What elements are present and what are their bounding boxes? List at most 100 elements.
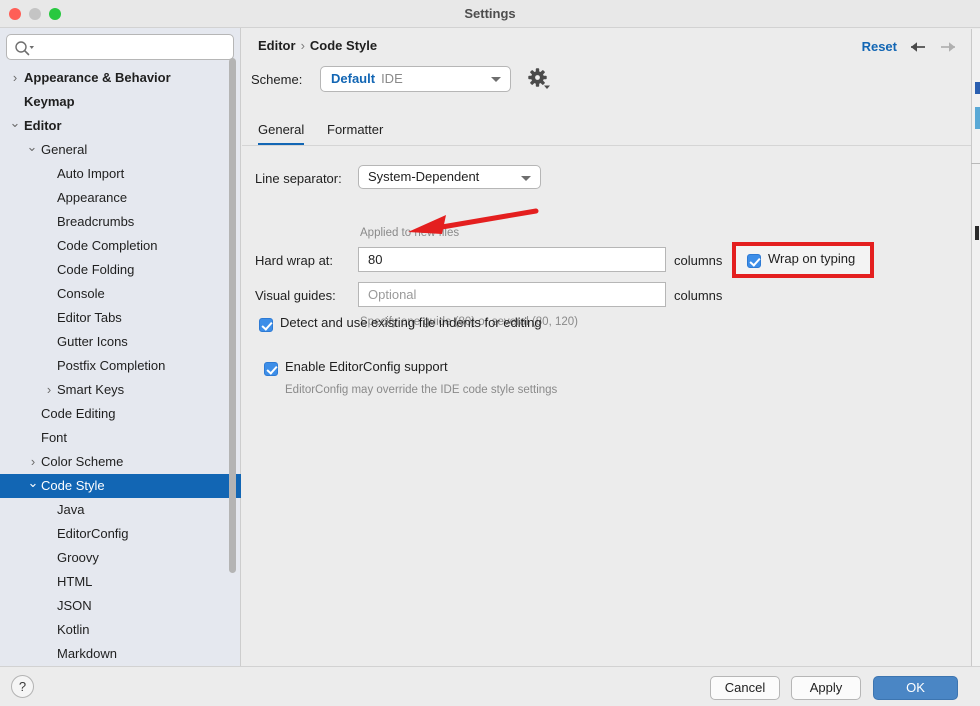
background-editor-divider [971, 163, 980, 164]
scheme-value-scope: IDE [381, 71, 403, 86]
search-box[interactable] [6, 34, 234, 60]
line-separator-dropdown[interactable]: System-Dependent [358, 165, 541, 189]
dialog-footer: ? Cancel Apply OK [0, 666, 980, 706]
wrap-on-typing-checkbox[interactable] [747, 254, 761, 268]
ok-button[interactable]: OK [873, 676, 958, 700]
sidebar-item-label: Appearance [57, 186, 127, 210]
sidebar-item-editor-tabs[interactable]: Editor Tabs [0, 306, 241, 330]
visual-guides-units: columns [674, 288, 722, 303]
sidebar-item-groovy[interactable]: Groovy [0, 546, 241, 570]
sidebar-item-code-folding[interactable]: Code Folding [0, 258, 241, 282]
sidebar-item-markdown[interactable]: Markdown [0, 642, 241, 666]
background-editor-marker-cyan [975, 107, 980, 129]
sidebar-scrollbar-thumb[interactable] [229, 58, 236, 573]
background-editor-marker-dark [975, 226, 979, 240]
scheme-label: Scheme: [251, 72, 302, 87]
window-title: Settings [0, 0, 980, 28]
line-separator-label: Line separator: [255, 171, 342, 186]
sidebar-item-label: Kotlin [57, 618, 90, 642]
scheme-dropdown[interactable]: DefaultIDE [320, 66, 511, 92]
sidebar-item-keymap[interactable]: Keymap [0, 90, 241, 114]
sidebar-item-label: Breadcrumbs [57, 210, 134, 234]
sidebar-item-console[interactable]: Console [0, 282, 241, 306]
background-editor-marker-blue [975, 82, 980, 94]
chevron-right-icon[interactable]: › [26, 450, 40, 474]
sidebar-item-general[interactable]: ⌄General [0, 138, 241, 162]
sidebar-item-label: Code Folding [57, 258, 134, 282]
line-separator-hint: Applied to new files [360, 227, 459, 239]
detect-indents-label: Detect and use existing file indents for… [280, 315, 542, 330]
sidebar-item-editor[interactable]: ⌄Editor [0, 114, 241, 138]
apply-button[interactable]: Apply [791, 676, 861, 700]
line-separator-value: System-Dependent [368, 166, 479, 188]
sidebar-item-label: Java [57, 498, 84, 522]
hard-wrap-label: Hard wrap at: [255, 253, 333, 268]
chevron-right-icon[interactable]: › [8, 66, 22, 90]
chevron-down-icon[interactable]: ⌄ [8, 114, 22, 138]
breadcrumb-current: Code Style [310, 38, 377, 53]
sidebar-item-label: Keymap [24, 90, 75, 114]
sidebar-item-auto-import[interactable]: Auto Import [0, 162, 241, 186]
sidebar-item-label: Font [41, 426, 67, 450]
scheme-value: DefaultIDE [331, 67, 403, 91]
settings-dialog: Settings ›Appearance & BehaviorKeymap⌄Ed… [0, 0, 980, 706]
sidebar-item-code-style[interactable]: ⌄Code Style [0, 474, 241, 498]
gear-icon[interactable] [526, 66, 552, 92]
search-input[interactable] [39, 35, 227, 59]
tab-formatter[interactable]: Formatter [327, 116, 383, 146]
sidebar-item-label: General [41, 138, 87, 162]
help-button[interactable]: ? [11, 675, 34, 698]
chevron-down-icon[interactable] [491, 77, 501, 82]
chevron-down-icon[interactable] [521, 176, 531, 181]
hard-wrap-field[interactable] [358, 247, 666, 272]
sidebar-item-color-scheme[interactable]: ›Color Scheme [0, 450, 241, 474]
settings-tree[interactable]: ›Appearance & BehaviorKeymap⌄Editor⌄Gene… [0, 66, 241, 666]
sidebar-item-font[interactable]: Font [0, 426, 241, 450]
breadcrumb: Editor › Code Style [258, 38, 377, 53]
editorconfig-hint: EditorConfig may override the IDE code s… [285, 384, 557, 396]
tab-bar: General Formatter [242, 116, 980, 146]
sidebar-item-label: HTML [57, 570, 92, 594]
visual-guides-field[interactable] [358, 282, 666, 307]
visual-guides-input[interactable] [366, 283, 656, 306]
wrap-on-typing-label: Wrap on typing [768, 251, 855, 266]
sidebar-item-postfix-completion[interactable]: Postfix Completion [0, 354, 241, 378]
sidebar-item-gutter-icons[interactable]: Gutter Icons [0, 330, 241, 354]
detect-indents-checkbox[interactable] [259, 318, 273, 332]
chevron-down-icon[interactable]: ⌄ [26, 474, 40, 498]
cancel-button[interactable]: Cancel [710, 676, 780, 700]
sidebar-item-breadcrumbs[interactable]: Breadcrumbs [0, 210, 241, 234]
sidebar-item-kotlin[interactable]: Kotlin [0, 618, 241, 642]
sidebar-item-label: Code Style [41, 474, 105, 498]
sidebar-item-code-editing[interactable]: Code Editing [0, 402, 241, 426]
sidebar-item-html[interactable]: HTML [0, 570, 241, 594]
editorconfig-checkbox[interactable] [264, 362, 278, 376]
chevron-down-icon[interactable]: ⌄ [25, 138, 39, 162]
hard-wrap-units: columns [674, 253, 722, 268]
hard-wrap-input[interactable] [366, 248, 656, 271]
sidebar-scrollbar[interactable] [229, 58, 236, 633]
sidebar-item-label: Appearance & Behavior [24, 66, 171, 90]
sidebar-item-code-completion[interactable]: Code Completion [0, 234, 241, 258]
sidebar-item-appearance-behavior[interactable]: ›Appearance & Behavior [0, 66, 241, 90]
reset-link[interactable]: Reset [862, 39, 897, 54]
sidebar-item-label: Markdown [57, 642, 117, 666]
sidebar-item-label: Smart Keys [57, 378, 124, 402]
sidebar-item-label: Color Scheme [41, 450, 123, 474]
sidebar-item-label: Postfix Completion [57, 354, 165, 378]
sidebar-item-label: Console [57, 282, 105, 306]
tab-general[interactable]: General [258, 116, 304, 146]
arrow-left-icon[interactable] [908, 38, 928, 56]
sidebar-item-editorconfig[interactable]: EditorConfig [0, 522, 241, 546]
breadcrumb-separator-icon: › [301, 38, 305, 53]
breadcrumb-parent[interactable]: Editor [258, 38, 296, 53]
sidebar-item-appearance[interactable]: Appearance [0, 186, 241, 210]
sidebar-item-json[interactable]: JSON [0, 594, 241, 618]
settings-main-panel: Editor › Code Style Reset Scheme: DefaultI… [242, 28, 980, 666]
sidebar-item-java[interactable]: Java [0, 498, 241, 522]
editorconfig-label: Enable EditorConfig support [285, 359, 448, 374]
sidebar-item-label: Auto Import [57, 162, 124, 186]
search-icon[interactable] [14, 40, 36, 56]
sidebar-item-smart-keys[interactable]: ›Smart Keys [0, 378, 241, 402]
chevron-right-icon[interactable]: › [42, 378, 56, 402]
